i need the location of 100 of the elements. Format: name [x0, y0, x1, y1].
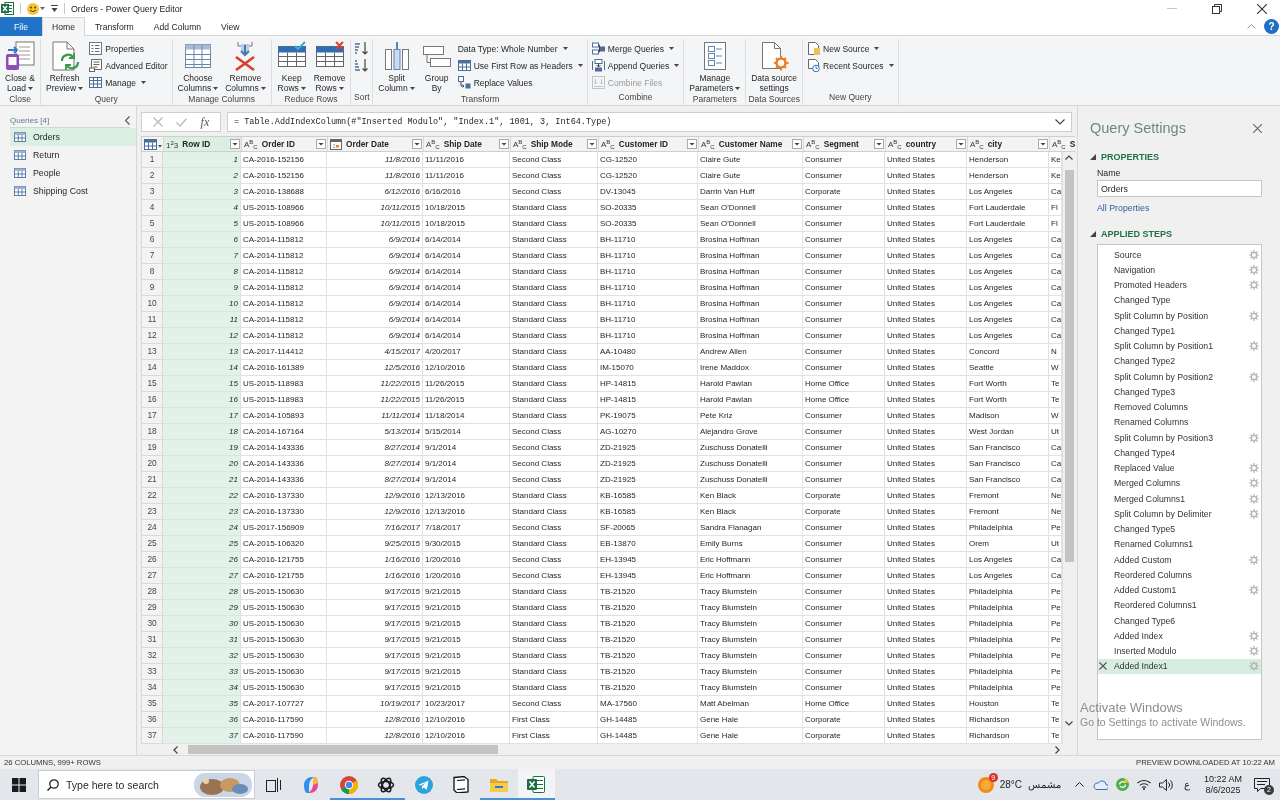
- filter-dropdown-icon[interactable]: [1038, 139, 1048, 149]
- filter-dropdown-icon[interactable]: [587, 139, 597, 149]
- applied-step[interactable]: Changed Type: [1098, 292, 1261, 308]
- column-header[interactable]: A$^{B}$$_{C}$ Customer Name: [698, 137, 803, 151]
- applied-step[interactable]: Changed Type5: [1098, 521, 1261, 537]
- clock-date[interactable]: 8/6/2025: [1205, 784, 1241, 796]
- recent-sources-button[interactable]: Recent Sources: [805, 57, 896, 74]
- applied-step[interactable]: Source: [1098, 247, 1261, 263]
- filter-dropdown-icon[interactable]: [687, 139, 697, 149]
- table-menu-icon[interactable]: [143, 138, 162, 150]
- cloud-icon[interactable]: [1091, 779, 1108, 790]
- chevron-left-icon[interactable]: [125, 116, 130, 125]
- remove-rows-button[interactable]: Remove Rows: [310, 39, 349, 93]
- filter-dropdown-icon[interactable]: [230, 139, 240, 149]
- clock-time[interactable]: 10:22 AM: [1203, 773, 1242, 785]
- filter-dropdown-icon[interactable]: [499, 139, 509, 149]
- sort-descending-button[interactable]: [353, 57, 371, 74]
- applied-step[interactable]: Split Column by Position2: [1098, 369, 1261, 385]
- applied-step[interactable]: Replaced Value: [1098, 460, 1261, 476]
- applied-step[interactable]: Reordered Columns: [1098, 567, 1261, 583]
- filter-dropdown-icon[interactable]: [316, 139, 326, 149]
- applied-step[interactable]: Changed Type3: [1098, 384, 1261, 400]
- sun-icon[interactable]: [977, 776, 994, 793]
- column-header[interactable]: A$^{B}$$_{C}$ city: [967, 137, 1049, 151]
- applied-step[interactable]: Split Column by Position: [1098, 308, 1261, 324]
- applied-step[interactable]: Renamed Columns: [1098, 414, 1261, 430]
- remove-columns-button[interactable]: Remove Columns: [222, 39, 269, 93]
- applied-step[interactable]: Added Index1: [1098, 658, 1261, 674]
- applied-step[interactable]: Renamed Columns1: [1098, 536, 1261, 552]
- close-load-button[interactable]: Close & Load: [2, 39, 38, 93]
- chevron-left-icon[interactable]: [173, 745, 178, 754]
- chevron-up-icon[interactable]: [1065, 155, 1073, 160]
- ribbon-tab[interactable]: Home: [42, 17, 85, 36]
- ribbon-tab[interactable]: Transform: [84, 17, 144, 36]
- applied-step[interactable]: Merged Columns1: [1098, 491, 1261, 507]
- applied-step[interactable]: Added Index: [1098, 628, 1261, 644]
- four-squares-icon[interactable]: [12, 777, 26, 792]
- chevron-down-icon[interactable]: [1055, 119, 1065, 125]
- filter-dropdown-icon[interactable]: [874, 139, 884, 149]
- taskbar-app-button[interactable]: [517, 769, 555, 800]
- group-by-button[interactable]: Group By: [418, 39, 455, 93]
- vertical-scrollbar[interactable]: [1062, 152, 1075, 744]
- function-label[interactable]: fx: [200, 114, 210, 130]
- append-queries-button[interactable]: Append Queries: [589, 57, 682, 74]
- file-tab[interactable]: File: [0, 17, 42, 36]
- check-icon[interactable]: [176, 117, 188, 127]
- data-source-settings-button[interactable]: Data source settings: [748, 39, 801, 93]
- all-properties-link[interactable]: All Properties: [1097, 202, 1150, 215]
- column-header[interactable]: A$^{B}$$_{C}$ Segment: [803, 137, 885, 151]
- filter-dropdown-icon[interactable]: [792, 139, 802, 149]
- applied-step[interactable]: Changed Type1: [1098, 323, 1261, 339]
- query-item[interactable]: Return: [10, 146, 136, 164]
- applied-step[interactable]: Added Custom1: [1098, 582, 1261, 598]
- applied-step[interactable]: Promoted Headers: [1098, 277, 1261, 293]
- keep-rows-button[interactable]: Keep Rows: [273, 39, 310, 93]
- column-header[interactable]: A$^{B}$$_{C}$ Ship Mode: [510, 137, 598, 151]
- chevron-down-icon[interactable]: [1065, 721, 1073, 726]
- column-header[interactable]: 1$^{2}$3 Row ID: [163, 137, 241, 151]
- replace-values-button[interactable]: Replace Values: [455, 74, 585, 91]
- filter-dropdown-icon[interactable]: [412, 139, 422, 149]
- column-header[interactable]: A$^{B}$$_{C}$ country: [885, 137, 967, 151]
- wifi-icon[interactable]: [1136, 779, 1151, 790]
- column-header[interactable]: Order Date: [327, 137, 423, 151]
- chat-bubble-icon[interactable]: [1254, 777, 1270, 792]
- split-column-button[interactable]: Split Column: [375, 39, 418, 93]
- applied-step[interactable]: Added Custom: [1098, 552, 1261, 568]
- applied-step[interactable]: Reordered Columns1: [1098, 597, 1261, 613]
- applied-step[interactable]: Split Column by Delimiter: [1098, 506, 1261, 522]
- new-source-button[interactable]: New Source: [805, 40, 896, 57]
- language-indicator[interactable]: ع: [1183, 779, 1190, 790]
- properties-button[interactable]: Properties: [87, 40, 170, 57]
- ribbon-tab[interactable]: Add Column: [143, 17, 212, 36]
- merge-queries-button[interactable]: Merge Queries: [589, 40, 682, 57]
- first-row-headers-button[interactable]: Use First Row as Headers: [455, 57, 585, 74]
- applied-step[interactable]: Changed Type2: [1098, 353, 1261, 369]
- refresh-preview-button[interactable]: Refresh Preview: [43, 39, 87, 93]
- column-header[interactable]: A$^{B}$$_{C}$ Ship Date: [423, 137, 510, 151]
- collapse-triangle-icon[interactable]: [1090, 153, 1096, 160]
- manage-parameters-button[interactable]: Manage Parameters: [686, 39, 744, 93]
- formula-field[interactable]: = Table.AddIndexColumn(#"Inserted Modulo", "Index.1", 1001, 3, Int64.Type): [227, 112, 1072, 132]
- scrollbar-thumb[interactable]: [1064, 170, 1074, 562]
- help-button[interactable]: ?: [1264, 18, 1279, 34]
- task-view-icon[interactable]: [266, 777, 282, 792]
- close-icon[interactable]: [1253, 123, 1262, 133]
- applied-step[interactable]: Inserted Modulo: [1098, 643, 1261, 659]
- smiley-icon[interactable]: [27, 2, 39, 15]
- chevron-right-icon[interactable]: [1055, 745, 1060, 754]
- name-field[interactable]: Orders: [1097, 180, 1262, 197]
- collapse-triangle-icon[interactable]: [1090, 230, 1096, 237]
- sync-icon[interactable]: [1115, 778, 1129, 791]
- filter-dropdown-icon[interactable]: [956, 139, 966, 149]
- scrollbar-thumb[interactable]: [188, 745, 498, 754]
- applied-step[interactable]: Removed Columns: [1098, 399, 1261, 415]
- applied-step[interactable]: Navigation: [1098, 262, 1261, 278]
- applied-step[interactable]: Changed Type6: [1098, 613, 1261, 629]
- advanced-editor-button[interactable]: Advanced Editor: [87, 57, 170, 74]
- delete-icon[interactable]: [1099, 662, 1107, 671]
- ribbon-tab[interactable]: View: [211, 17, 250, 36]
- query-item[interactable]: Shipping Cost: [10, 182, 136, 200]
- speaker-icon[interactable]: [1158, 778, 1173, 791]
